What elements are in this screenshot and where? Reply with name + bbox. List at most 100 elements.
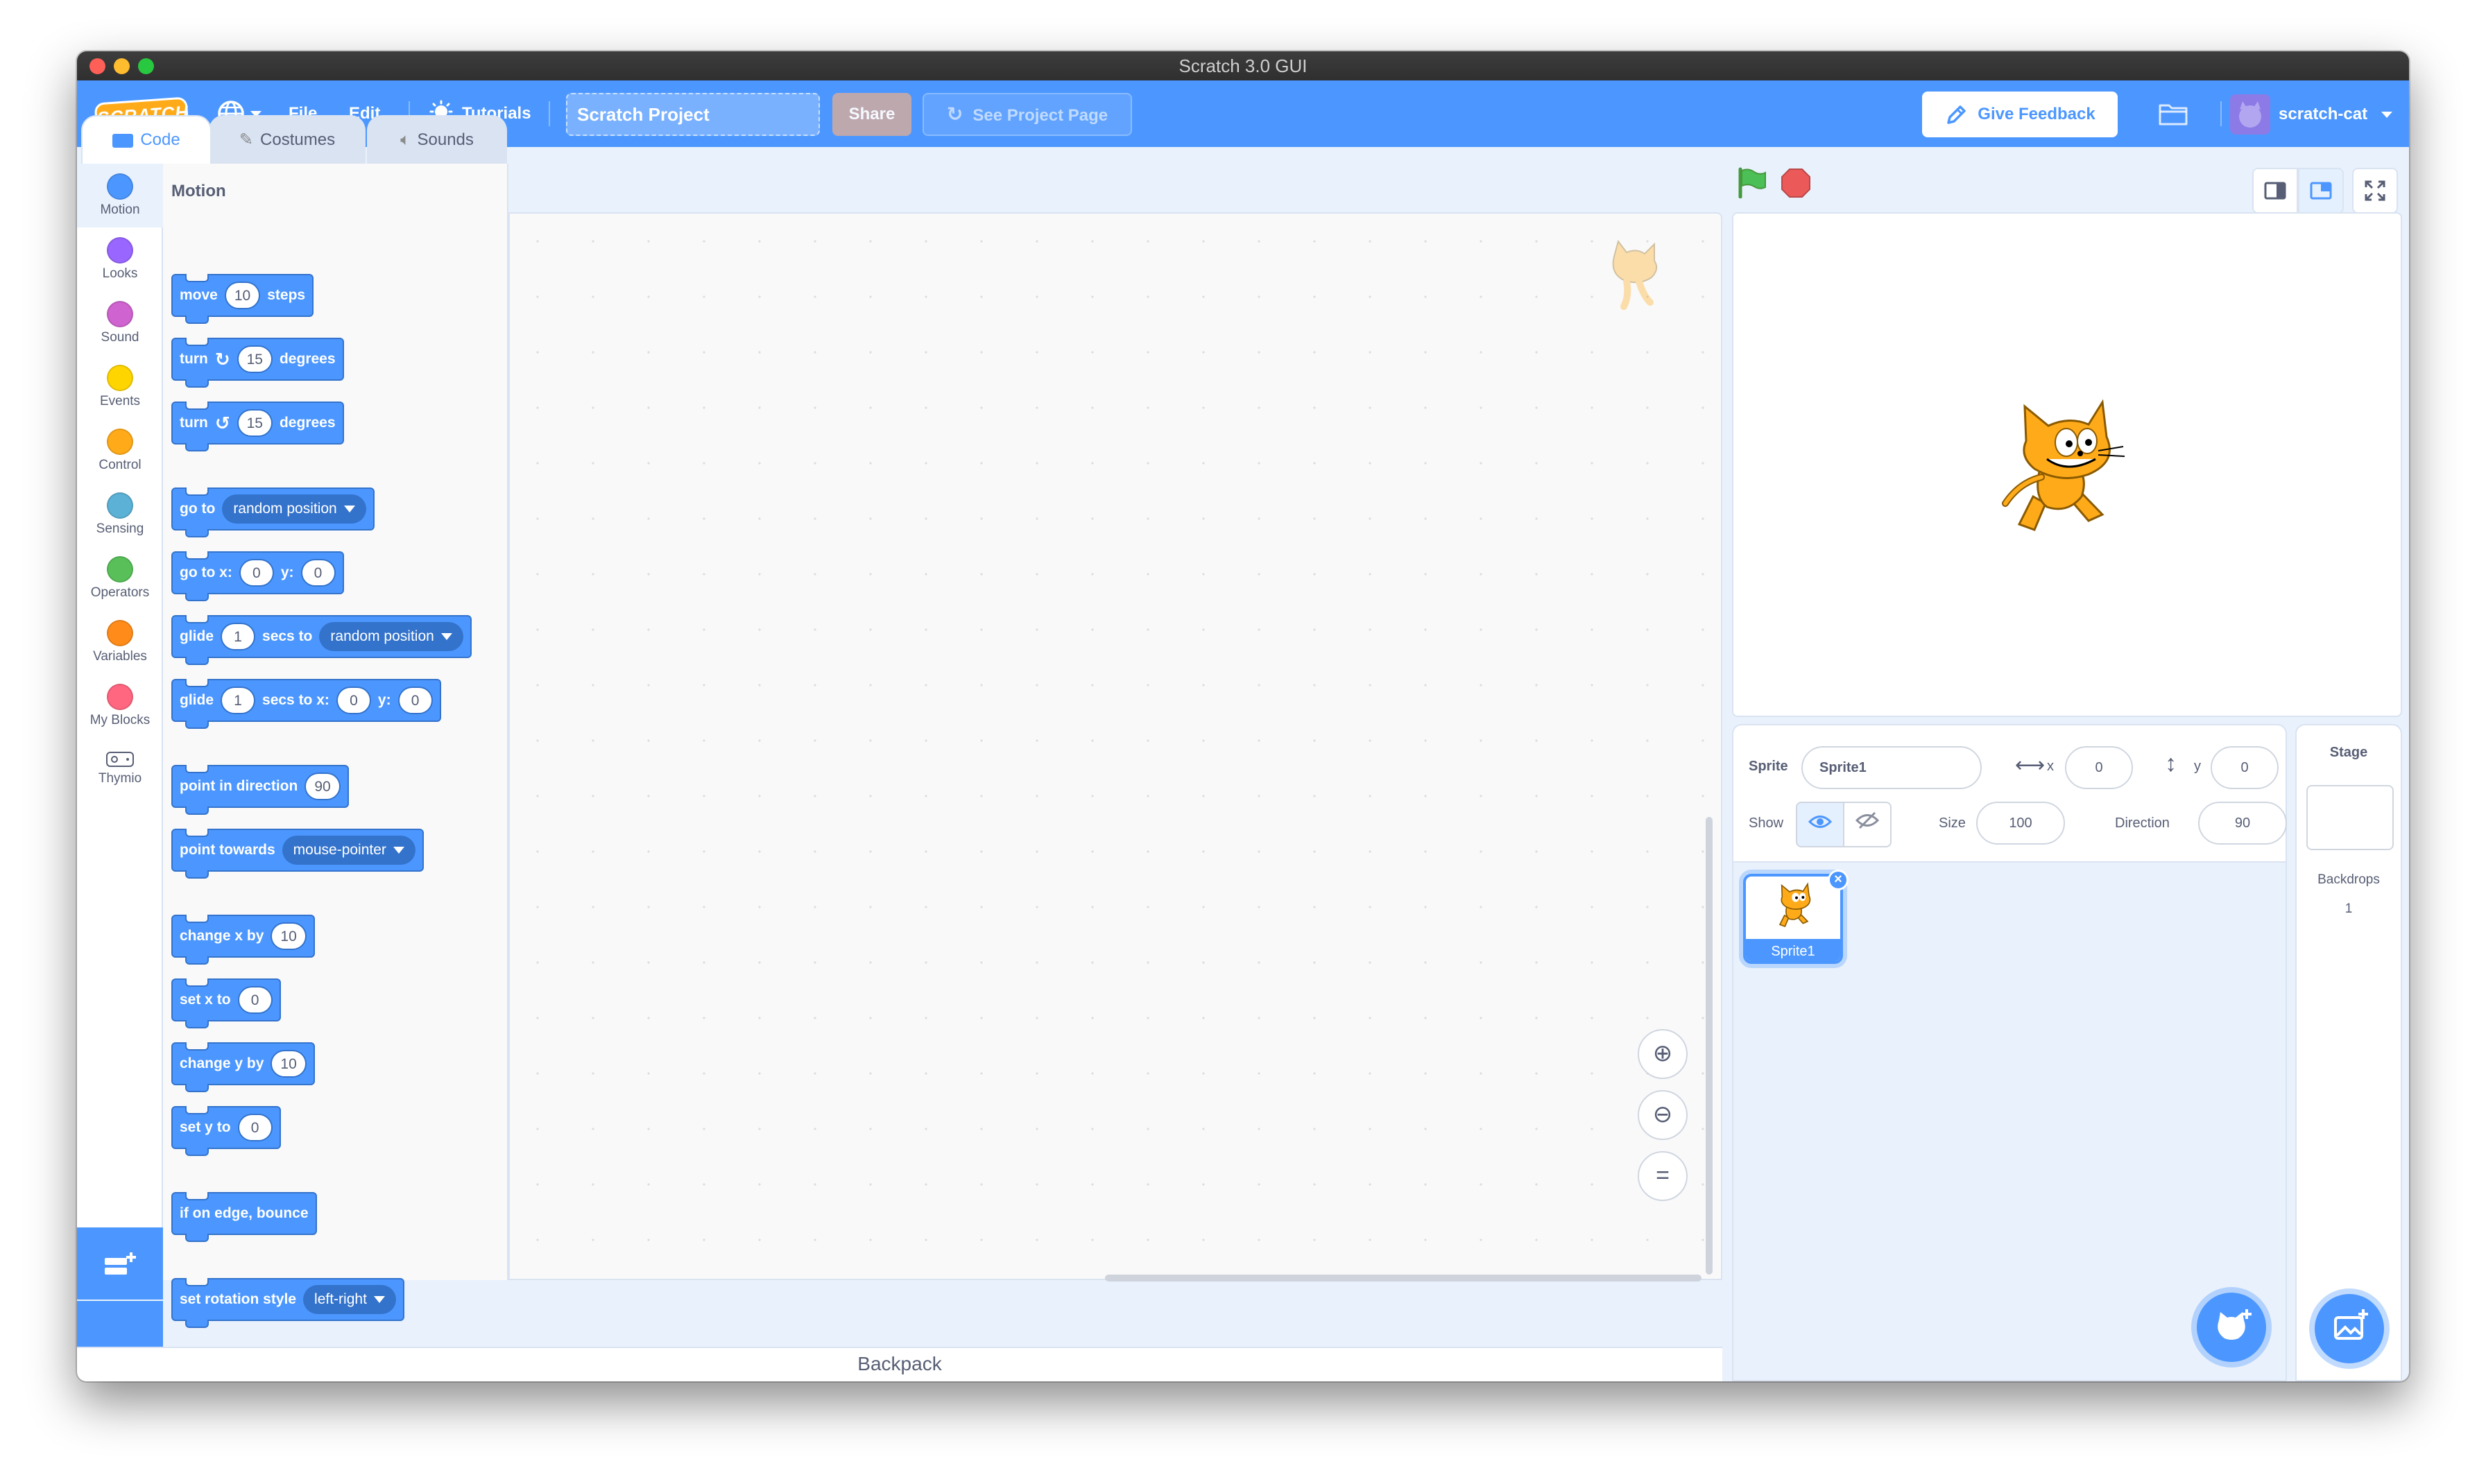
secs-input[interactable]: 1 <box>221 623 256 650</box>
y-input[interactable]: 0 <box>397 687 433 714</box>
zoom-in-button[interactable]: ⊕ <box>1638 1029 1688 1079</box>
rotation-style-dropdown[interactable]: left-right <box>303 1285 396 1314</box>
x-position-input[interactable]: 0 <box>2065 746 2133 789</box>
block-go-to[interactable]: go to random position <box>171 488 375 537</box>
direction-input[interactable]: 90 <box>2198 802 2287 845</box>
category-thymio[interactable]: Thymio <box>77 738 163 802</box>
show-hidden-button[interactable] <box>1843 802 1892 847</box>
set-x-input[interactable]: 0 <box>237 986 273 1014</box>
close-window-button[interactable] <box>89 58 105 74</box>
looks-color-dot <box>107 237 133 264</box>
sprite-list-panel: Sprite1 × <box>1732 863 2287 1381</box>
small-stage-button[interactable] <box>2252 168 2298 214</box>
block-turn-right[interactable]: turn ↻ 15 degrees <box>171 338 344 388</box>
block-change-x[interactable]: change x by 10 <box>171 915 315 965</box>
tab-costumes[interactable]: ✎ Costumes <box>209 115 366 164</box>
block-set-rotation-style[interactable]: set rotation style left-right <box>171 1278 404 1328</box>
category-looks[interactable]: Looks <box>77 227 163 291</box>
y-label: y <box>2194 759 2201 774</box>
steps-input[interactable]: 10 <box>224 282 261 309</box>
glide-target-dropdown[interactable]: random position <box>319 622 463 651</box>
sprite-tile[interactable]: Sprite1 <box>1743 874 1843 964</box>
horizontal-arrows-icon: ⟷ <box>2015 754 2046 777</box>
block-point-in-direction[interactable]: point in direction 90 <box>171 765 349 815</box>
delete-sprite-button[interactable]: × <box>1828 870 1849 890</box>
block-point-towards[interactable]: point towards mouse-pointer <box>171 829 424 879</box>
category-my-blocks[interactable]: My Blocks <box>77 674 163 738</box>
folder-icon[interactable] <box>2158 101 2188 126</box>
sound-color-dot <box>107 301 133 327</box>
category-control[interactable]: Control <box>77 419 163 483</box>
backpack[interactable]: Backpack <box>77 1347 1722 1381</box>
title-bar: Scratch 3.0 GUI <box>77 51 2409 80</box>
add-sprite-button[interactable] <box>2197 1293 2266 1362</box>
block-glide-to-xy[interactable]: glide 1 secs to x: 0 y: 0 <box>171 679 441 729</box>
block-glide-to[interactable]: glide 1 secs to random position <box>171 615 472 665</box>
see-project-page-button[interactable]: ↻ See Project Page <box>923 93 1132 136</box>
block-set-x[interactable]: set x to 0 <box>171 978 281 1028</box>
share-button[interactable]: Share <box>832 93 911 136</box>
code-workspace[interactable]: ⊕ ⊖ = <box>508 212 1722 1282</box>
eye-slash-icon <box>1855 811 1880 829</box>
pencil-icon <box>1947 105 1966 124</box>
add-extension-button[interactable] <box>77 1227 163 1300</box>
minimize-window-button[interactable] <box>114 58 130 74</box>
sprite-name-input[interactable]: Sprite1 <box>1801 746 1982 789</box>
block-move-steps[interactable]: move 10 steps <box>171 274 314 324</box>
my-blocks-color-dot <box>107 684 133 710</box>
category-sensing[interactable]: Sensing <box>77 483 163 546</box>
rotate-clockwise-icon: ↻ <box>214 348 230 370</box>
x-input[interactable]: 0 <box>239 559 274 587</box>
tab-code[interactable]: Code <box>81 115 212 164</box>
code-icon <box>112 133 134 148</box>
rotate-counterclockwise-icon: ↺ <box>214 412 230 433</box>
backdrops-label: Backdrops <box>2317 872 2380 887</box>
green-flag-icon[interactable] <box>1736 166 1767 198</box>
zoom-out-button[interactable]: ⊖ <box>1638 1090 1688 1140</box>
fullscreen-button[interactable] <box>2352 168 2398 214</box>
category-sound[interactable]: Sound <box>77 291 163 355</box>
cat-sprite[interactable] <box>1991 392 2130 538</box>
degrees-input[interactable]: 15 <box>237 345 273 373</box>
size-input[interactable]: 100 <box>1976 802 2065 845</box>
category-operators[interactable]: Operators <box>77 546 163 610</box>
y-input[interactable]: 0 <box>300 559 336 587</box>
zoom-reset-button[interactable]: = <box>1638 1151 1688 1201</box>
category-variables[interactable]: Variables <box>77 610 163 674</box>
set-y-input[interactable]: 0 <box>237 1114 273 1141</box>
stop-icon[interactable] <box>1781 168 1811 198</box>
zoom-window-button[interactable] <box>138 58 154 74</box>
speaker-icon: 🔈︎ <box>400 130 411 149</box>
tab-sounds[interactable]: 🔈︎ Sounds <box>367 115 507 164</box>
account-menu[interactable]: scratch-cat <box>2230 92 2397 137</box>
block-change-y[interactable]: change y by 10 <box>171 1042 315 1092</box>
direction-input[interactable]: 90 <box>305 773 341 800</box>
point-towards-dropdown[interactable]: mouse-pointer <box>282 836 415 865</box>
stage-selector[interactable]: Stage Backdrops 1 <box>2295 724 2402 1381</box>
stage-thumbnail[interactable] <box>2306 785 2394 850</box>
project-title-input[interactable]: Scratch Project <box>566 93 820 136</box>
block-turn-left[interactable]: turn ↺ 15 degrees <box>171 402 344 451</box>
y-position-input[interactable]: 0 <box>2211 746 2279 789</box>
workspace-vertical-scrollbar[interactable] <box>1706 817 1713 1275</box>
degrees-input[interactable]: 15 <box>237 409 273 437</box>
go-to-dropdown[interactable]: random position <box>222 494 366 524</box>
change-y-input[interactable]: 10 <box>271 1050 307 1078</box>
normal-stage-button[interactable] <box>2298 168 2344 214</box>
show-visible-button[interactable] <box>1796 802 1844 847</box>
stage-canvas[interactable] <box>1732 212 2402 717</box>
avatar <box>2230 94 2270 135</box>
secs-input[interactable]: 1 <box>221 687 256 714</box>
eye-icon <box>1808 816 1833 828</box>
show-label: Show <box>1749 816 1784 831</box>
block-set-y[interactable]: set y to 0 <box>171 1106 281 1156</box>
category-events[interactable]: Events <box>77 355 163 419</box>
category-motion[interactable]: Motion <box>77 164 163 227</box>
add-backdrop-button[interactable] <box>2315 1294 2384 1363</box>
change-x-input[interactable]: 10 <box>271 922 307 950</box>
workspace-horizontal-scrollbar[interactable] <box>1105 1275 1701 1282</box>
give-feedback-button[interactable]: Give Feedback <box>1922 92 2118 137</box>
x-input[interactable]: 0 <box>336 687 371 714</box>
block-bounce[interactable]: if on edge, bounce <box>171 1192 317 1242</box>
block-go-to-xy[interactable]: go to x: 0 y: 0 <box>171 551 344 601</box>
